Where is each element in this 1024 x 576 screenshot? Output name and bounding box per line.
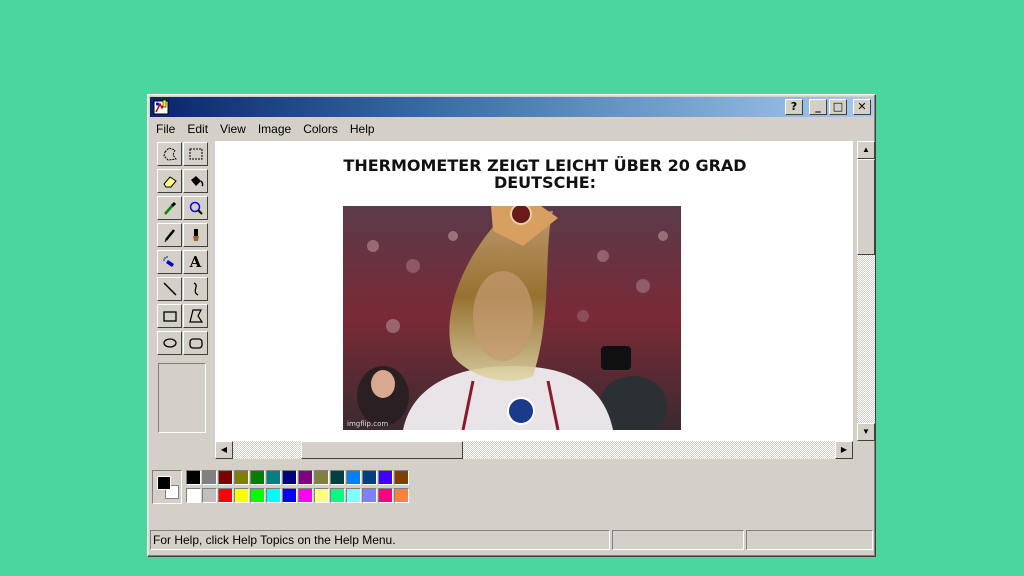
color-swatch[interactable] (234, 488, 249, 503)
color-swatch[interactable] (250, 470, 265, 485)
menu-help[interactable]: Help (344, 122, 381, 136)
foreground-color[interactable] (157, 476, 171, 490)
imgflip-watermark: imgflip.com (347, 420, 388, 428)
fill-tool[interactable] (183, 169, 208, 193)
color-swatch[interactable] (378, 488, 393, 503)
color-swatch[interactable] (314, 488, 329, 503)
scroll-left-button[interactable]: ◀ (215, 441, 233, 459)
color-swatch[interactable] (362, 470, 377, 485)
meme-caption-line2: DEUTSCHE: (493, 173, 597, 192)
status-coordinates (612, 530, 744, 550)
status-help-text: For Help, click Help Topics on the Help … (150, 530, 610, 550)
color-swatch[interactable] (330, 470, 345, 485)
color-swatch[interactable] (282, 488, 297, 503)
color-swatch[interactable] (250, 488, 265, 503)
text-tool[interactable]: A (183, 250, 208, 274)
text-icon: A (189, 253, 202, 271)
curve-icon (193, 282, 198, 296)
scroll-down-button[interactable]: ▼ (857, 423, 875, 441)
color-swatch[interactable] (186, 470, 201, 485)
free-select-icon (162, 147, 177, 161)
color-palette (150, 466, 873, 510)
ellipse-icon (162, 338, 177, 348)
menu-image[interactable]: Image (252, 122, 297, 136)
pick-color-icon (163, 201, 176, 215)
meme-caption-line1: THERMOMETER ZEIGT LEICHT ÜBER 20 GRAD (343, 156, 747, 175)
horizontal-scroll-thumb[interactable] (301, 441, 463, 459)
color-swatch[interactable] (298, 470, 313, 485)
canvas-area: THERMOMETER ZEIGT LEICHT ÜBER 20 GRAD DE… (215, 141, 875, 461)
polygon-tool[interactable] (183, 304, 208, 328)
pick-color-tool[interactable] (157, 196, 182, 220)
free-select-tool[interactable] (157, 142, 182, 166)
airbrush-icon (162, 256, 174, 267)
fill-icon (190, 176, 203, 187)
airbrush-tool[interactable] (157, 250, 182, 274)
maximize-button[interactable]: □ (829, 99, 847, 115)
vertical-scrollbar[interactable]: ▲ ▼ (857, 141, 875, 441)
line-icon (162, 282, 177, 296)
menu-bar: File Edit View Image Colors Help (150, 119, 873, 139)
color-swatch[interactable] (298, 488, 313, 503)
help-title-button[interactable]: ? (785, 99, 803, 115)
color-swatch[interactable] (266, 488, 281, 503)
menu-file[interactable]: File (150, 122, 181, 136)
color-swatch[interactable] (218, 470, 233, 485)
magnifier-icon (189, 201, 203, 215)
brush-tool[interactable] (183, 223, 208, 247)
eraser-tool[interactable] (157, 169, 182, 193)
color-swatch[interactable] (218, 488, 233, 503)
curve-tool[interactable] (183, 277, 208, 301)
paint-window: ? _ □ ✕ File Edit View Image Colors Help (147, 94, 876, 557)
title-bar[interactable]: ? _ □ ✕ (150, 97, 873, 117)
color-swatch[interactable] (394, 470, 409, 485)
ellipse-tool[interactable] (157, 331, 182, 355)
eraser-icon (162, 176, 177, 188)
color-swatch[interactable] (314, 470, 329, 485)
line-tool[interactable] (157, 277, 182, 301)
magnifier-tool[interactable] (183, 196, 208, 220)
rectangle-icon (162, 311, 177, 322)
color-swatch[interactable] (346, 470, 361, 485)
pencil-icon (164, 229, 175, 243)
meme-photo: imgflip.com (343, 206, 681, 430)
current-colors[interactable] (152, 470, 182, 504)
status-bar: For Help, click Help Topics on the Help … (150, 528, 873, 552)
status-size (746, 530, 873, 550)
meme-photo-graphic: imgflip.com (343, 206, 681, 430)
menu-edit[interactable]: Edit (181, 122, 214, 136)
color-swatch[interactable] (394, 488, 409, 503)
paint-app-icon[interactable] (153, 99, 169, 115)
menu-view[interactable]: View (214, 122, 252, 136)
select-icon (189, 148, 202, 160)
drawing-canvas[interactable]: THERMOMETER ZEIGT LEICHT ÜBER 20 GRAD DE… (215, 141, 853, 441)
color-swatch[interactable] (266, 470, 281, 485)
horizontal-scrollbar[interactable]: ◀ ▶ (215, 441, 853, 459)
color-swatch[interactable] (202, 470, 217, 485)
pencil-tool[interactable] (157, 223, 182, 247)
color-swatch[interactable] (186, 488, 201, 503)
scroll-up-button[interactable]: ▲ (857, 141, 875, 159)
rounded-rectangle-tool[interactable] (183, 331, 208, 355)
color-swatch[interactable] (362, 488, 377, 503)
color-swatch[interactable] (330, 488, 345, 503)
rounded-rectangle-icon (188, 338, 203, 349)
meme-caption: THERMOMETER ZEIGT LEICHT ÜBER 20 GRAD DE… (335, 157, 755, 191)
color-swatch[interactable] (234, 470, 249, 485)
scroll-right-button[interactable]: ▶ (835, 441, 853, 459)
tool-options-box[interactable] (158, 363, 206, 433)
brush-icon (192, 229, 199, 241)
rectangle-tool[interactable] (157, 304, 182, 328)
color-swatch[interactable] (282, 470, 297, 485)
color-swatch[interactable] (202, 488, 217, 503)
select-tool[interactable] (183, 142, 208, 166)
menu-colors[interactable]: Colors (297, 122, 344, 136)
minimize-button[interactable]: _ (809, 99, 827, 115)
polygon-icon (188, 309, 203, 323)
color-swatch[interactable] (346, 488, 361, 503)
color-swatch[interactable] (378, 470, 393, 485)
vertical-scroll-thumb[interactable] (857, 159, 875, 255)
close-button[interactable]: ✕ (853, 99, 871, 115)
